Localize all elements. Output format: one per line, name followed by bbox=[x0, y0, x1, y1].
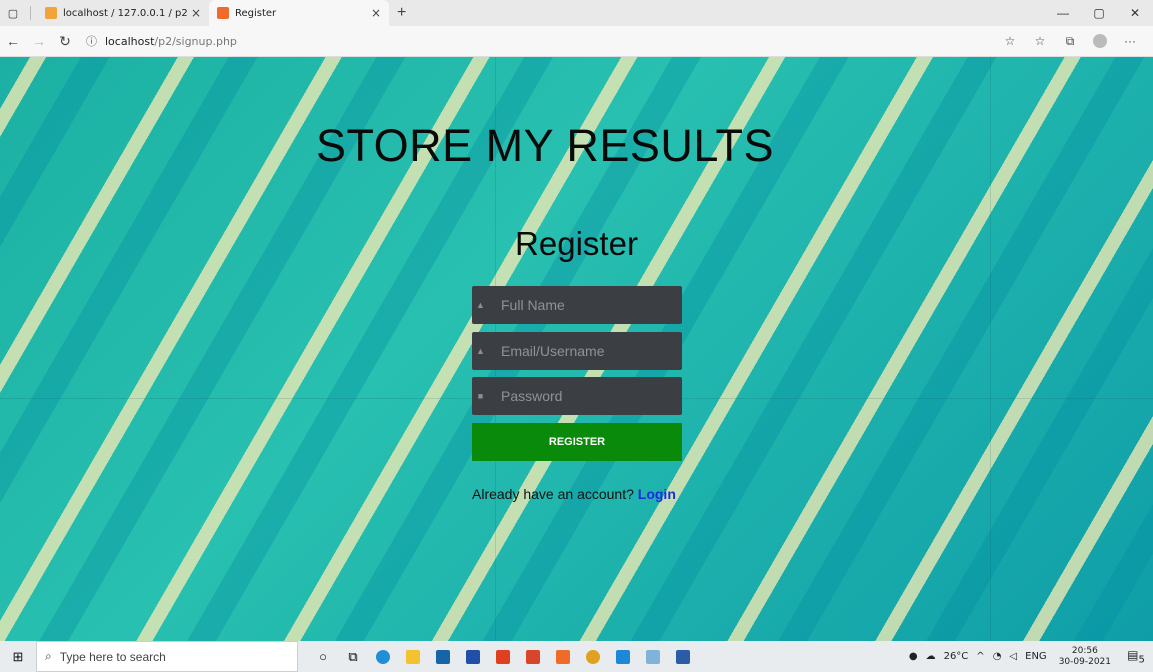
time: 20:56 bbox=[1071, 645, 1098, 656]
tab-phpmyadmin[interactable]: localhost / 127.0.0.1 / p2 | phpM × bbox=[37, 0, 209, 26]
url-field[interactable]: ⓘ localhost /p2/signup.php bbox=[86, 33, 237, 49]
phpmyadmin-icon bbox=[45, 7, 57, 19]
date: 30-09-2021 bbox=[1058, 656, 1111, 667]
password-field[interactable]: ■ bbox=[472, 377, 682, 415]
help-icon[interactable]: ● bbox=[909, 651, 918, 662]
search-placeholder: Type here to search bbox=[59, 649, 166, 664]
url-host: localhost bbox=[105, 34, 155, 48]
full-name-input[interactable] bbox=[489, 286, 682, 324]
profile-avatar[interactable] bbox=[1093, 34, 1107, 48]
browser-tools: ☆ ☆ ⧉ ··· bbox=[995, 34, 1145, 49]
divider bbox=[30, 6, 31, 20]
network-icon[interactable]: ◔ bbox=[993, 651, 1002, 662]
login-prompt: Already have an account? Login bbox=[472, 486, 676, 502]
login-prompt-text: Already have an account? bbox=[472, 486, 634, 502]
tab-register[interactable]: Register × bbox=[209, 0, 389, 26]
email-field[interactable]: ▲ bbox=[472, 332, 682, 370]
language[interactable]: ENG bbox=[1025, 651, 1047, 662]
close-window-icon[interactable]: ✕ bbox=[1117, 0, 1153, 26]
taskbar-search[interactable]: ⌕ Type here to search bbox=[36, 641, 298, 672]
close-icon[interactable]: × bbox=[371, 6, 381, 20]
page-background: STORE MY RESULTS Register ▲ ▲ ■ REGISTER… bbox=[0, 57, 1153, 641]
favorites-icon[interactable]: ☆ bbox=[1025, 34, 1055, 48]
volume-icon[interactable]: ◁ bbox=[1009, 651, 1017, 662]
new-tab-button[interactable]: + bbox=[397, 4, 406, 22]
site-title: STORE MY RESULTS bbox=[315, 120, 775, 171]
dropbox-icon[interactable] bbox=[458, 641, 488, 672]
more-icon[interactable]: ··· bbox=[1115, 34, 1145, 48]
user-icon: ▲ bbox=[476, 300, 485, 310]
tab-actions-icon[interactable]: ▢ bbox=[0, 0, 26, 26]
refresh-icon[interactable]: ↻ bbox=[52, 33, 78, 50]
notification-icon[interactable]: ▤5 bbox=[1123, 648, 1149, 665]
task-view-icon[interactable]: ⧉ bbox=[338, 641, 368, 672]
taskbar: ⊞ ⌕ Type here to search ○ ⧉ ● ☁ 26°C ^ ◔… bbox=[0, 641, 1153, 672]
register-button[interactable]: REGISTER bbox=[472, 423, 682, 461]
xampp-icon[interactable] bbox=[548, 641, 578, 672]
lock-icon: ■ bbox=[477, 391, 484, 401]
user-icon: ▲ bbox=[476, 346, 485, 356]
tab-title: Register bbox=[235, 7, 277, 19]
temperature[interactable]: 26°C bbox=[944, 651, 969, 662]
chrome-icon[interactable] bbox=[578, 641, 608, 672]
close-icon[interactable]: × bbox=[191, 6, 201, 20]
app-icon[interactable] bbox=[518, 641, 548, 672]
add-favorite-icon[interactable]: ☆ bbox=[995, 34, 1025, 48]
word-icon[interactable] bbox=[668, 641, 698, 672]
maximize-icon[interactable]: ▢ bbox=[1081, 0, 1117, 26]
minimize-icon[interactable]: — bbox=[1045, 0, 1081, 26]
xampp-icon bbox=[217, 7, 229, 19]
chevron-up-icon[interactable]: ^ bbox=[976, 651, 984, 662]
forward-icon[interactable]: → bbox=[26, 33, 52, 49]
tab-title: localhost / 127.0.0.1 / p2 | phpM bbox=[63, 7, 187, 19]
url-path: /p2/signup.php bbox=[154, 34, 237, 48]
notification-count: 5 bbox=[1138, 654, 1145, 666]
collections-icon[interactable]: ⧉ bbox=[1055, 34, 1085, 49]
browser-tab-bar: ▢ localhost / 127.0.0.1 / p2 | phpM × Re… bbox=[0, 0, 1153, 26]
file-explorer-icon[interactable] bbox=[398, 641, 428, 672]
windows-start-icon[interactable]: ⊞ bbox=[0, 649, 36, 665]
full-name-field[interactable]: ▲ bbox=[472, 286, 682, 324]
mail-icon[interactable] bbox=[428, 641, 458, 672]
address-bar: ← → ↻ ⓘ localhost /p2/signup.php ☆ ☆ ⧉ ·… bbox=[0, 26, 1153, 57]
email-input[interactable] bbox=[489, 332, 682, 370]
taskbar-apps: ○ ⧉ bbox=[308, 641, 698, 672]
window-controls: — ▢ ✕ bbox=[1045, 0, 1153, 26]
search-icon: ⌕ bbox=[45, 649, 52, 663]
password-input[interactable] bbox=[489, 377, 682, 415]
back-icon[interactable]: ← bbox=[0, 33, 26, 49]
cortana-icon[interactable]: ○ bbox=[308, 641, 338, 672]
system-tray: ● ☁ 26°C ^ ◔ ◁ ENG 20:56 30-09-2021 ▤5 bbox=[905, 646, 1153, 668]
info-icon[interactable]: ⓘ bbox=[86, 33, 97, 49]
clock[interactable]: 20:56 30-09-2021 bbox=[1059, 646, 1111, 668]
office-icon[interactable] bbox=[488, 641, 518, 672]
app-icon[interactable] bbox=[638, 641, 668, 672]
login-link[interactable]: Login bbox=[638, 486, 676, 502]
edge-icon[interactable] bbox=[368, 641, 398, 672]
vscode-icon[interactable] bbox=[608, 641, 638, 672]
weather-icon: ☁ bbox=[925, 651, 936, 662]
form-title: Register bbox=[515, 225, 638, 262]
